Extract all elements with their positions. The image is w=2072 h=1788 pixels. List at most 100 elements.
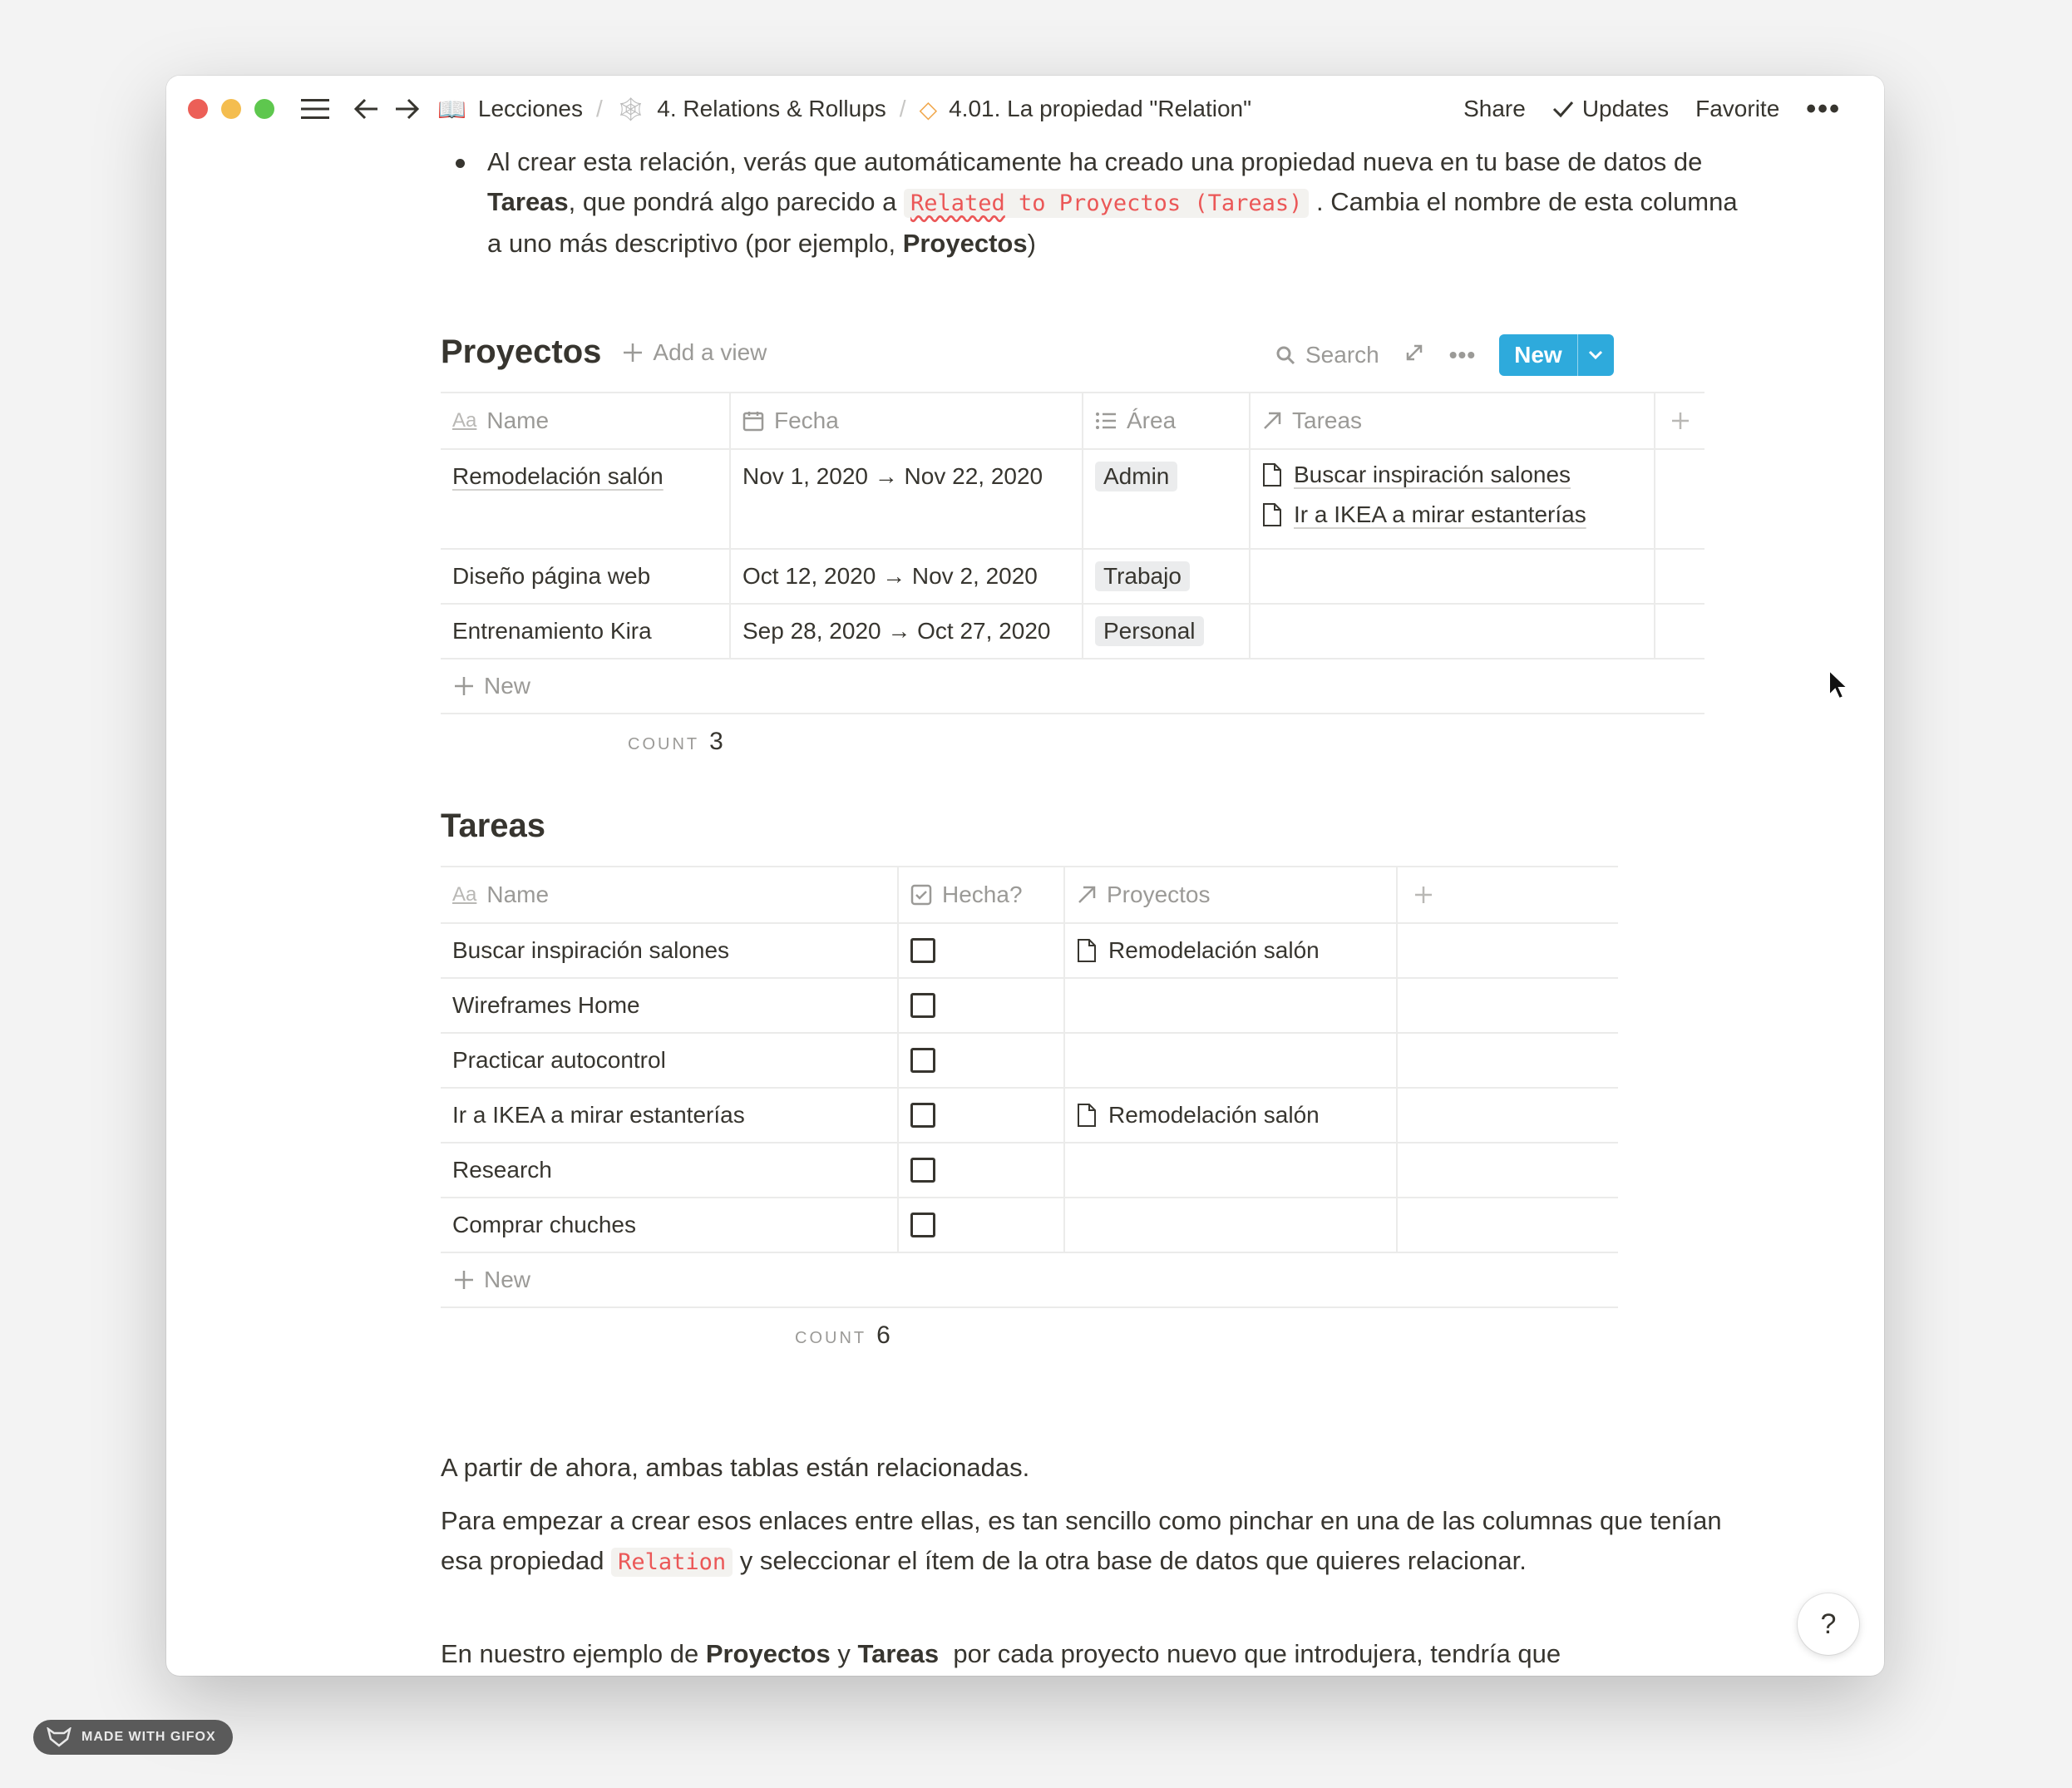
row-name[interactable]: Comprar chuches bbox=[441, 1198, 899, 1252]
area-tag: Admin bbox=[1095, 462, 1178, 491]
checkbox[interactable] bbox=[910, 1103, 935, 1128]
row-name[interactable]: Buscar inspiración salones bbox=[441, 924, 899, 977]
row-tareas[interactable] bbox=[1251, 605, 1655, 658]
column-header-hecha[interactable]: Hecha? bbox=[899, 867, 1065, 922]
row-proyectos[interactable]: Remodelación salón bbox=[1065, 924, 1398, 977]
table-row[interactable]: Comprar chuches bbox=[441, 1198, 1618, 1253]
add-column-button[interactable] bbox=[1398, 867, 1618, 922]
row-tareas[interactable]: Buscar inspiración salones Ir a IKEA a m… bbox=[1251, 450, 1655, 548]
zoom-window-button[interactable] bbox=[254, 99, 274, 119]
proyectos-header: Proyectos Add a view bbox=[441, 333, 767, 371]
table-row[interactable]: Practicar autocontrol bbox=[441, 1034, 1618, 1089]
proyectos-title[interactable]: Proyectos bbox=[441, 333, 601, 371]
expand-icon[interactable] bbox=[1404, 342, 1424, 368]
chevron-down-icon[interactable] bbox=[1576, 334, 1614, 376]
page-content: Al crear esta relación, verás que automá… bbox=[166, 76, 1884, 1676]
column-header-name[interactable]: Aa Name bbox=[441, 867, 899, 922]
more-icon[interactable]: ••• bbox=[1449, 342, 1476, 368]
row-hecha[interactable] bbox=[899, 1089, 1065, 1142]
paragraph: A partir de ahora, ambas tablas están re… bbox=[441, 1453, 1030, 1482]
row-area[interactable]: Personal bbox=[1083, 605, 1251, 658]
row-hecha[interactable] bbox=[899, 1034, 1065, 1087]
new-row-button[interactable]: New bbox=[441, 659, 1704, 714]
minimize-window-button[interactable] bbox=[221, 99, 241, 119]
more-options-button[interactable]: ••• bbox=[1806, 93, 1841, 126]
calendar-icon bbox=[742, 412, 764, 432]
row-name[interactable]: Remodelación salón bbox=[441, 450, 731, 548]
new-button[interactable]: New bbox=[1499, 334, 1614, 376]
relation-arrow-icon bbox=[1078, 886, 1096, 903]
column-header-name[interactable]: Aa Name bbox=[441, 393, 731, 448]
checkbox[interactable] bbox=[910, 993, 935, 1018]
proyectos-count[interactable]: COUNT 3 bbox=[628, 728, 723, 756]
row-name[interactable]: Research bbox=[441, 1143, 899, 1197]
add-view-button[interactable]: Add a view bbox=[623, 339, 767, 366]
bullet-text: Al crear esta relación, verás que automá… bbox=[487, 147, 1738, 258]
new-row-button[interactable]: New bbox=[441, 1253, 1618, 1308]
relation-item[interactable]: Ir a IKEA a mirar estanterías bbox=[1262, 501, 1586, 528]
row-hecha[interactable] bbox=[899, 1143, 1065, 1197]
table-row[interactable]: Entrenamiento Kira Sep 28, 2020 → Oct 27… bbox=[441, 605, 1704, 659]
help-button[interactable]: ? bbox=[1798, 1593, 1859, 1655]
column-header-area[interactable]: Área bbox=[1083, 393, 1251, 448]
row-name[interactable]: Entrenamiento Kira bbox=[441, 605, 731, 658]
breadcrumb-item-lecciones[interactable]: 📖 Lecciones bbox=[437, 96, 583, 123]
menu-icon[interactable] bbox=[301, 96, 329, 121]
checkbox[interactable] bbox=[910, 938, 935, 963]
row-area[interactable]: Trabajo bbox=[1083, 550, 1251, 603]
forward-arrow-icon[interactable] bbox=[394, 97, 419, 121]
table-row[interactable]: Buscar inspiración salones Remodelación … bbox=[441, 924, 1618, 979]
plus-icon bbox=[455, 677, 473, 695]
favorite-button[interactable]: Favorite bbox=[1695, 96, 1779, 122]
row-hecha[interactable] bbox=[899, 979, 1065, 1032]
column-header-proyectos[interactable]: Proyectos bbox=[1065, 867, 1398, 922]
row-proyectos[interactable]: Remodelación salón bbox=[1065, 1089, 1398, 1142]
row-fecha[interactable]: Oct 12, 2020 → Nov 2, 2020 bbox=[731, 550, 1083, 603]
row-proyectos[interactable] bbox=[1065, 1034, 1398, 1087]
inline-code: Related to Proyectos (Tareas) bbox=[903, 189, 1310, 218]
row-fecha[interactable]: Nov 1, 2020 → Nov 22, 2020 bbox=[731, 450, 1083, 548]
paragraph: En nuestro ejemplo de Proyectos y Tareas… bbox=[441, 1639, 1561, 1668]
table-row[interactable]: Diseño página web Oct 12, 2020 → Nov 2, … bbox=[441, 550, 1704, 605]
row-proyectos[interactable] bbox=[1065, 1198, 1398, 1252]
row-hecha[interactable] bbox=[899, 924, 1065, 977]
row-name[interactable]: Ir a IKEA a mirar estanterías bbox=[441, 1089, 899, 1142]
tareas-count[interactable]: COUNT 6 bbox=[795, 1321, 890, 1350]
row-fecha[interactable]: Sep 28, 2020 → Oct 27, 2020 bbox=[731, 605, 1083, 658]
list-icon bbox=[1096, 412, 1116, 429]
page-icon bbox=[1263, 503, 1281, 526]
proyectos-actions: Search ••• New bbox=[1275, 334, 1614, 376]
table-row[interactable]: Wireframes Home bbox=[441, 979, 1618, 1034]
relation-item[interactable]: Buscar inspiración salones bbox=[1262, 462, 1586, 488]
row-name[interactable]: Practicar autocontrol bbox=[441, 1034, 899, 1087]
column-header-tareas[interactable]: Tareas bbox=[1251, 393, 1655, 448]
tareas-title[interactable]: Tareas bbox=[441, 808, 545, 845]
row-tareas[interactable] bbox=[1251, 550, 1655, 603]
table-header-row: Aa Name Hecha? Proyectos bbox=[441, 867, 1618, 924]
checkbox[interactable] bbox=[910, 1048, 935, 1073]
checkbox[interactable] bbox=[910, 1213, 935, 1237]
row-proyectos[interactable] bbox=[1065, 1143, 1398, 1197]
bullet-dot bbox=[456, 159, 465, 168]
table-header-row: Aa Name Fecha Área Tareas bbox=[441, 393, 1704, 450]
breadcrumb-item-relations[interactable]: 🕸 4. Relations & Rollups bbox=[616, 96, 886, 123]
column-header-fecha[interactable]: Fecha bbox=[731, 393, 1083, 448]
row-name[interactable]: Diseño página web bbox=[441, 550, 731, 603]
table-row[interactable]: Ir a IKEA a mirar estanterías Remodelaci… bbox=[441, 1089, 1618, 1143]
row-proyectos[interactable] bbox=[1065, 979, 1398, 1032]
add-column-button[interactable] bbox=[1655, 393, 1704, 448]
search-button[interactable]: Search bbox=[1275, 342, 1379, 368]
close-window-button[interactable] bbox=[188, 99, 208, 119]
table-row[interactable]: Remodelación salón Nov 1, 2020 → Nov 22,… bbox=[441, 450, 1704, 550]
tareas-header: Tareas bbox=[441, 808, 545, 845]
row-name[interactable]: Wireframes Home bbox=[441, 979, 899, 1032]
back-arrow-icon[interactable] bbox=[354, 97, 379, 121]
book-icon: 📖 bbox=[437, 96, 466, 122]
row-hecha[interactable] bbox=[899, 1198, 1065, 1252]
table-row[interactable]: Research bbox=[441, 1143, 1618, 1198]
share-button[interactable]: Share bbox=[1463, 96, 1526, 122]
row-area[interactable]: Admin bbox=[1083, 450, 1251, 548]
checkbox[interactable] bbox=[910, 1158, 935, 1183]
breadcrumb-item-current[interactable]: ◇ 4.01. La propiedad "Relation" bbox=[920, 96, 1251, 123]
updates-button[interactable]: Updates bbox=[1552, 96, 1669, 122]
